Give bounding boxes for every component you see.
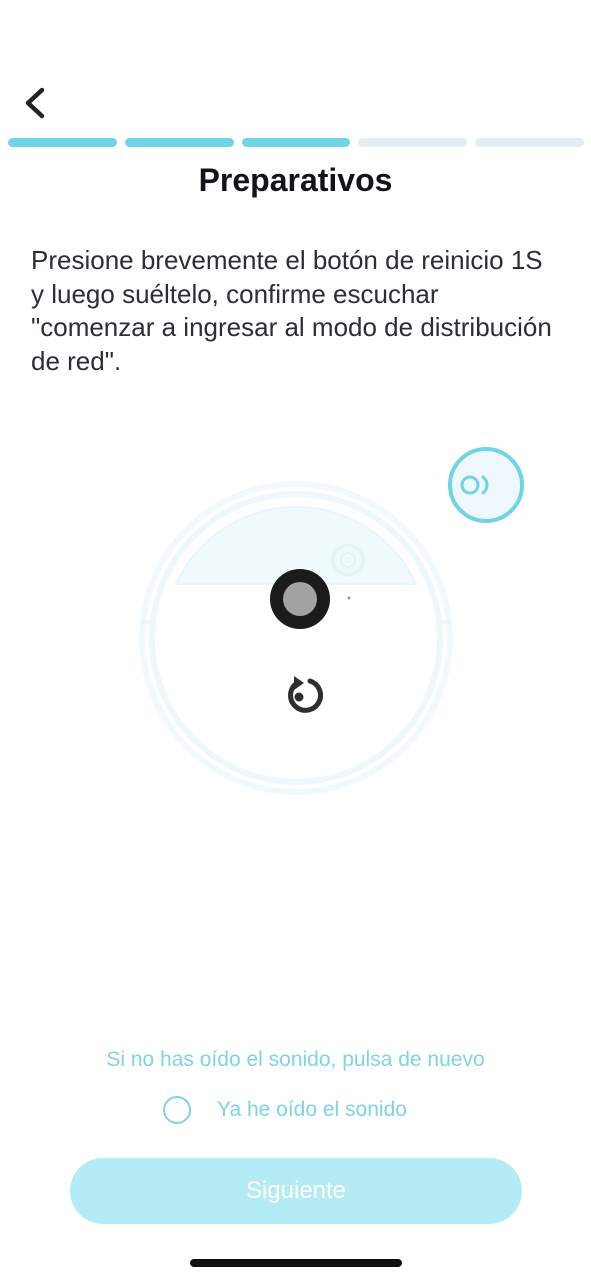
progress-step-3 <box>241 138 351 147</box>
resend-sound-link[interactable]: Si no has oído el sonido, pulsa de nuevo <box>0 1048 591 1072</box>
sound-wave-icon <box>448 447 524 523</box>
robot-vacuum-icon <box>139 481 453 795</box>
radio-button[interactable] <box>163 1096 191 1124</box>
progress-step-2 <box>124 138 234 147</box>
step-progress-bar <box>8 138 584 147</box>
next-button[interactable]: Siguiente <box>70 1158 522 1224</box>
progress-step-5 <box>475 138 584 147</box>
heard-sound-label: Ya he oído el sonido <box>217 1098 407 1121</box>
robot-illustration <box>0 430 591 830</box>
progress-step-4 <box>358 138 468 147</box>
instruction-text: Presione brevemente el botón de reinicio… <box>31 245 552 376</box>
home-indicator <box>190 1259 402 1267</box>
reset-button-icon <box>270 569 330 629</box>
back-button[interactable] <box>14 80 58 126</box>
chevron-left-icon <box>25 87 45 119</box>
heard-sound-option[interactable]: Ya he oído el sonido <box>163 1094 407 1126</box>
progress-step-1 <box>8 138 117 147</box>
page-title: Preparativos <box>198 162 393 198</box>
